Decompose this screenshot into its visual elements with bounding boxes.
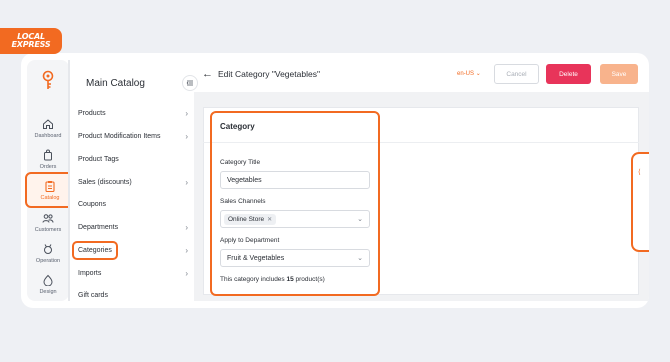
menu-item-gift-cards[interactable]: Gift cards — [78, 285, 188, 305]
channel-chip: Online Store ✕ — [224, 213, 277, 225]
app-window: Dashboard Orders Catalog Customers Opera… — [21, 53, 649, 308]
menu-item-departments[interactable]: Departments › — [78, 217, 188, 237]
menu-item-label: Gift cards — [78, 291, 108, 299]
rail-label: Orders — [39, 164, 57, 170]
rail-item-customers[interactable]: Customers — [27, 212, 69, 233]
chevron-right-icon: › — [185, 245, 188, 255]
menu-item-sales-discounts[interactable]: Sales (discounts) › — [78, 172, 188, 192]
chevron-down-icon: ⌄ — [475, 71, 481, 77]
rail-label: Customers — [34, 227, 62, 233]
chevron-right-icon: › — [185, 177, 188, 187]
main-content: ← Edit Category "Vegetables" en-US ⌄ Can… — [194, 60, 649, 301]
note-prefix: This category includes — [220, 276, 285, 283]
product-count-note: This category includes 15 product(s) — [220, 276, 325, 283]
remove-chip-icon[interactable]: ✕ — [267, 216, 272, 223]
local-express-logo[interactable]: LOCAL EXPRESS — [0, 28, 62, 54]
chevron-down-icon: ⌄ — [357, 255, 363, 262]
note-suffix: product(s) — [295, 276, 325, 283]
category-title-input[interactable]: Vegetables — [220, 171, 370, 189]
channel-chip-label: Online Store — [228, 215, 265, 223]
rail-item-dashboard[interactable]: Dashboard — [27, 118, 69, 139]
locale-selector[interactable]: en-US ⌄ — [457, 70, 481, 77]
menu-collapse-icon — [186, 80, 193, 86]
department-select[interactable]: Fruit & Vegetables ⌄ — [220, 249, 370, 267]
rail-label: Dashboard — [34, 133, 62, 139]
app-logo-icon — [42, 70, 54, 89]
section-divider — [212, 142, 378, 143]
department-label: Apply to Department — [220, 237, 280, 244]
menu-item-products[interactable]: Products › — [78, 103, 188, 123]
chevron-right-icon: › — [185, 222, 188, 232]
page-title: Edit Category "Vegetables" — [218, 69, 320, 79]
chevron-right-icon: › — [185, 131, 188, 141]
menu-item-label: Product Modification Items — [78, 132, 161, 140]
menu-item-categories[interactable]: Categories › — [72, 240, 188, 260]
home-icon — [43, 119, 53, 129]
category-title-label: Category Title — [220, 159, 261, 166]
menu-item-label: Categories — [72, 240, 118, 260]
side-panel-peek[interactable]: ⟨ — [631, 152, 649, 252]
menu-item-product-tags[interactable]: Product Tags — [78, 149, 188, 169]
menu-item-product-modification-items[interactable]: Product Modification Items › — [78, 126, 188, 146]
rail-item-operation[interactable]: Operation — [27, 243, 69, 264]
delete-button[interactable]: Delete — [546, 64, 591, 84]
rail-label: Operation — [35, 258, 61, 264]
back-arrow-icon[interactable]: ← — [202, 68, 213, 80]
menu-item-coupons[interactable]: Coupons — [78, 194, 188, 214]
category-title-value: Vegetables — [227, 176, 262, 184]
section-title: Category — [220, 122, 255, 131]
sales-channels-label: Sales Channels — [220, 198, 266, 205]
chevron-right-icon: › — [185, 268, 188, 278]
rail-item-orders[interactable]: Orders — [27, 149, 69, 170]
chevron-down-icon: ⌄ — [357, 216, 363, 223]
catalog-submenu: Main Catalog Products › Product Modifica… — [70, 60, 198, 301]
product-count: 15 — [286, 276, 294, 283]
menu-item-label: Products — [78, 109, 106, 117]
save-button[interactable]: Save — [600, 64, 638, 84]
menu-item-label: Imports — [78, 269, 102, 277]
rail-label: Catalog — [40, 194, 60, 201]
menu-item-imports[interactable]: Imports › — [78, 263, 188, 283]
category-section: Category Category Title Vegetables Sales… — [210, 111, 380, 296]
menu-item-label: Coupons — [78, 200, 107, 208]
users-icon — [42, 214, 54, 223]
icon-rail: Dashboard Orders Catalog Customers Opera… — [25, 60, 75, 301]
chevron-right-icon: › — [185, 108, 188, 118]
design-icon — [43, 274, 53, 286]
rail-label: Design — [39, 289, 57, 295]
menu-item-label: Product Tags — [78, 155, 119, 163]
menu-item-label: Sales (discounts) — [78, 178, 132, 186]
page-header: ← Edit Category "Vegetables" en-US ⌄ Can… — [194, 60, 649, 88]
brand-name: LOCAL EXPRESS — [11, 32, 51, 49]
panel-icon: ⟨ — [638, 169, 641, 176]
clipboard-icon — [45, 180, 55, 192]
department-value: Fruit & Vegetables — [227, 254, 285, 262]
rail-item-design[interactable]: Design — [27, 274, 69, 295]
sales-channels-select[interactable]: Online Store ✕ ⌄ — [220, 210, 370, 228]
form-area: Category Category Title Vegetables Sales… — [194, 92, 649, 301]
bag-icon — [44, 149, 52, 161]
menu-item-label: Departments — [78, 223, 119, 231]
operation-icon — [44, 244, 52, 254]
submenu-title: Main Catalog — [86, 78, 145, 89]
cancel-button[interactable]: Cancel — [494, 64, 539, 84]
locale-value: en-US — [457, 71, 475, 77]
